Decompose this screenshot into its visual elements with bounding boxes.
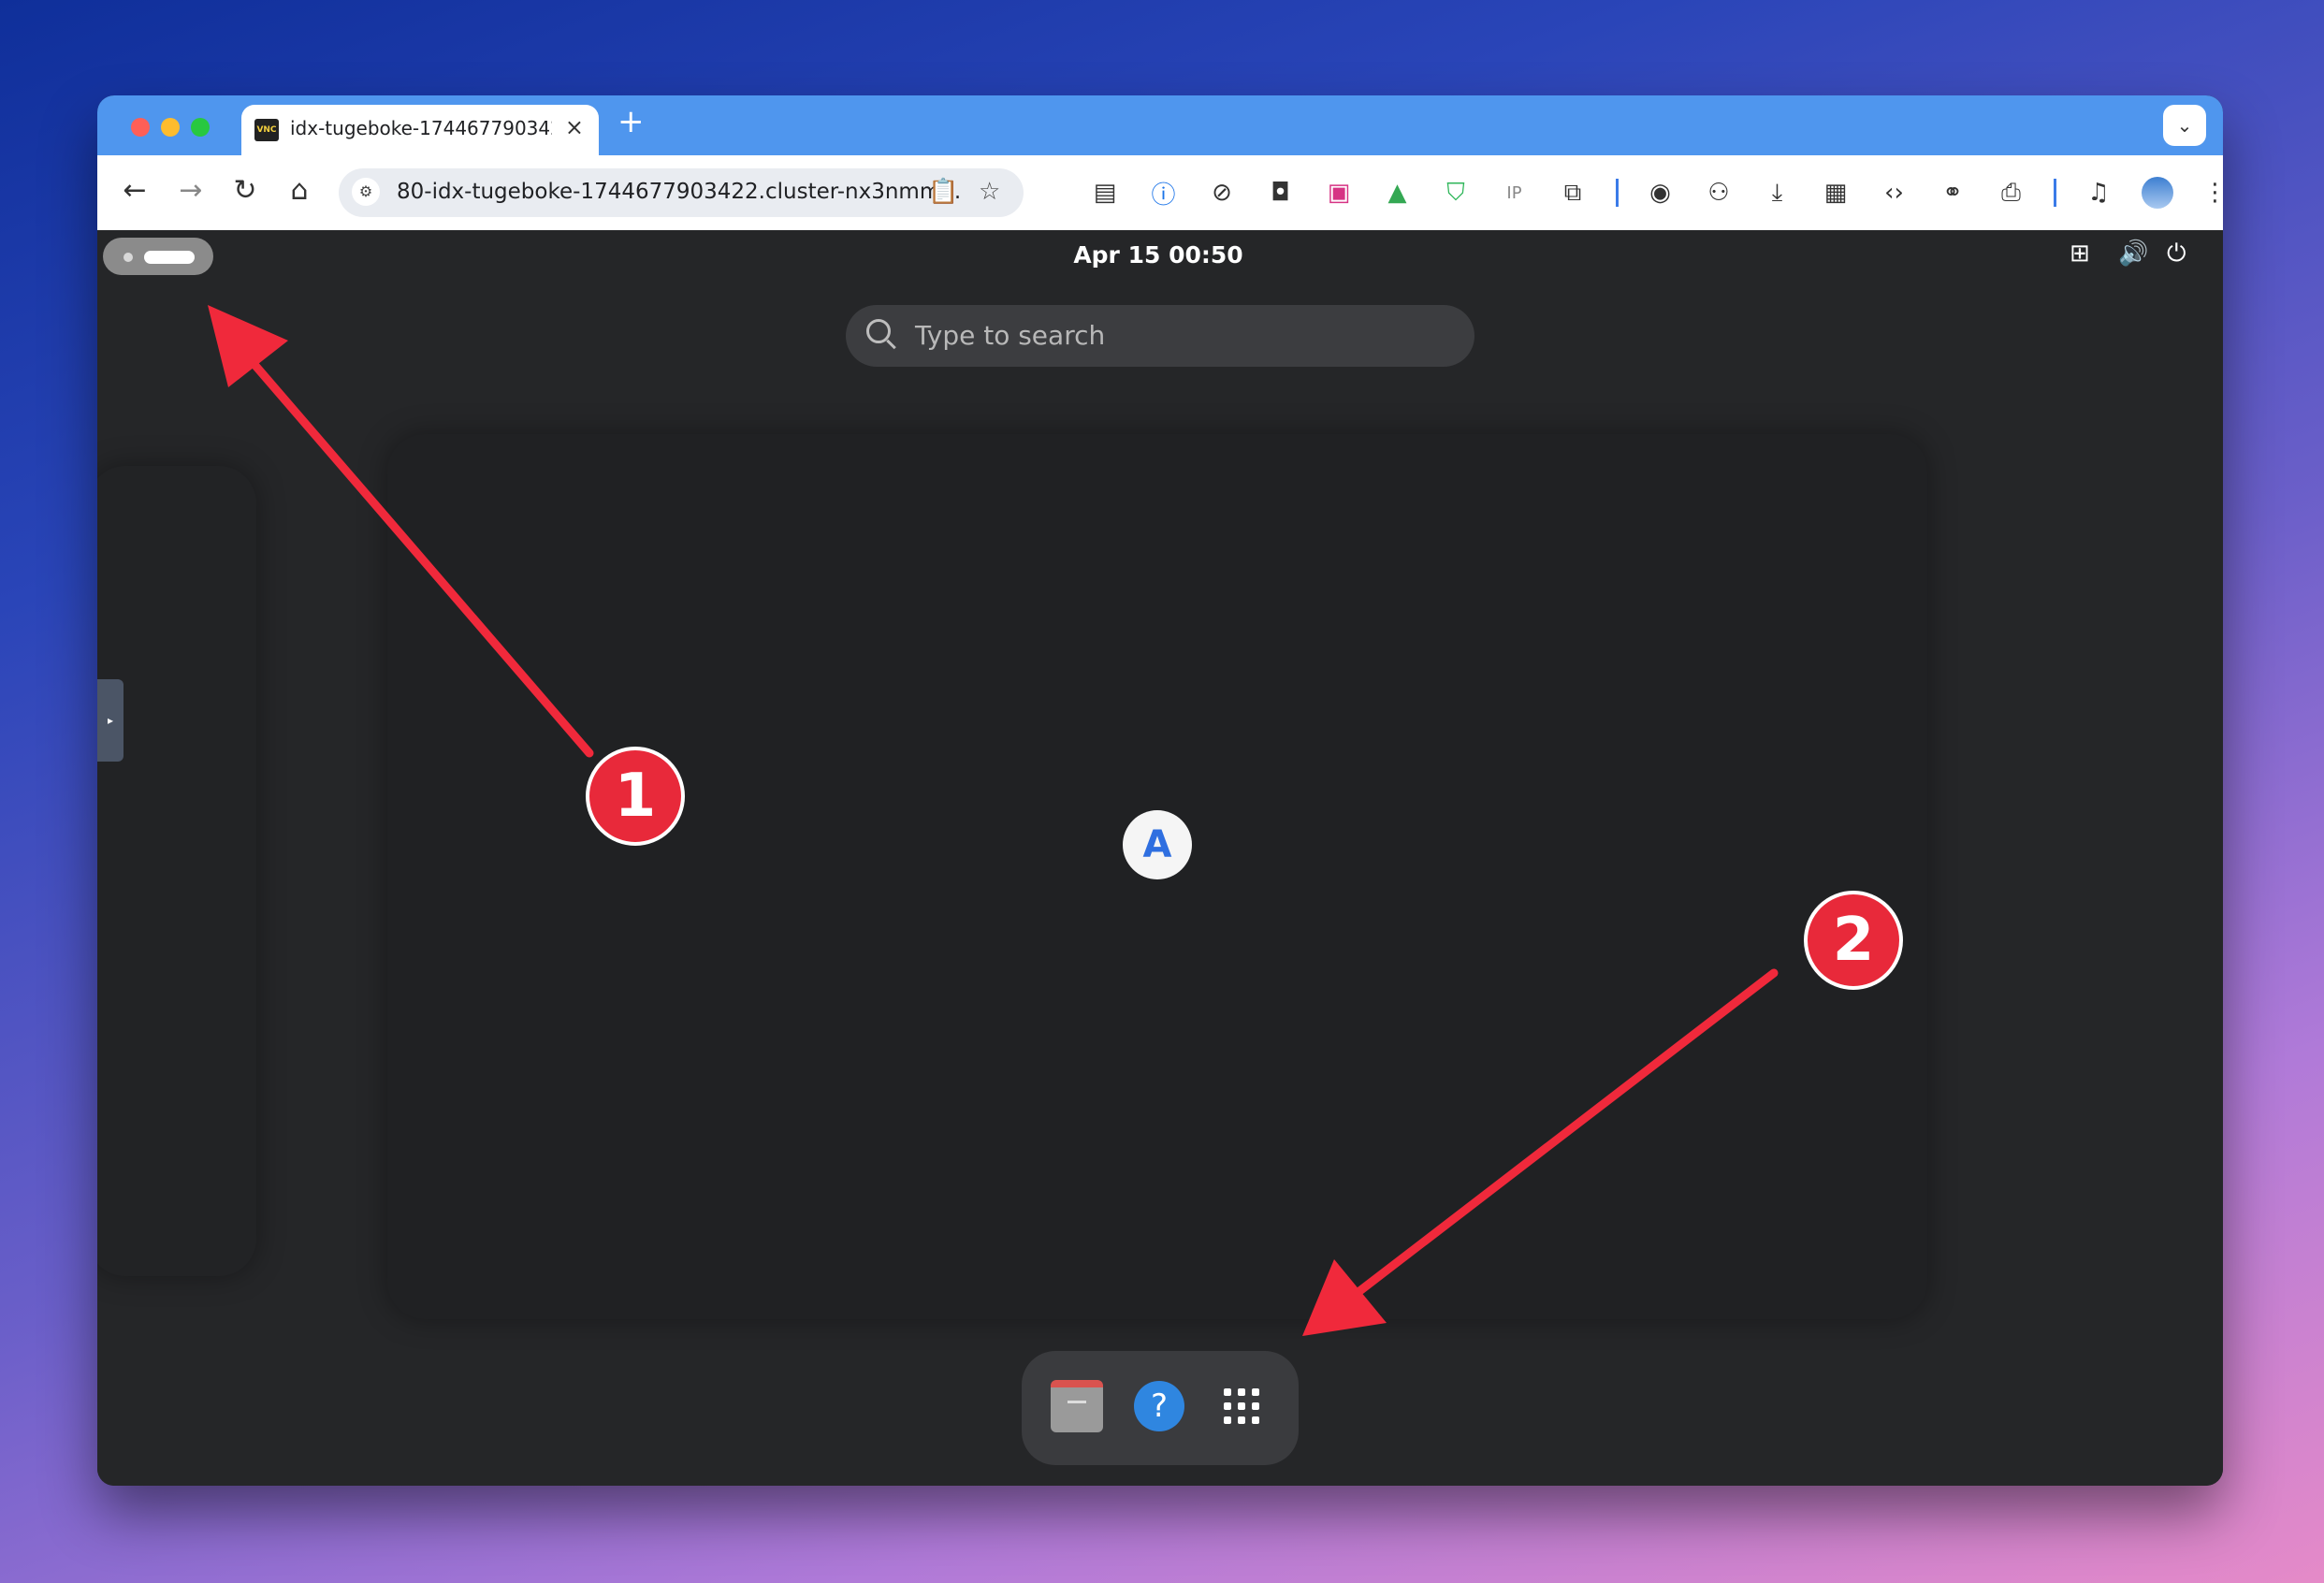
active-workspace-pill-icon	[144, 251, 195, 264]
link-icon[interactable]: ⚭	[1937, 177, 1968, 209]
dock: ?	[1022, 1351, 1299, 1465]
annotation-badge-2: 2	[1804, 891, 1903, 990]
code-icon[interactable]: ‹›	[1879, 177, 1910, 209]
search-icon	[866, 319, 891, 343]
dual-icon[interactable]: ◘	[1265, 177, 1297, 209]
volume-icon[interactable]: 🔊	[2118, 240, 2148, 268]
home-button[interactable]: ⌂	[281, 174, 318, 207]
address-bar[interactable]: ⚙ 80-idx-tugeboke-1744677903422.cluster-…	[339, 168, 1024, 217]
close-tab-icon[interactable]: ×	[565, 114, 584, 140]
power-icon[interactable]: ⏻	[2167, 240, 2186, 269]
tab-search-button[interactable]: ⌄	[2163, 105, 2206, 146]
camera-icon[interactable]: ◉	[1645, 177, 1677, 209]
help-app-icon[interactable]: ?	[1132, 1379, 1186, 1433]
forward-button[interactable]: →	[172, 174, 210, 207]
url-text[interactable]: 80-idx-tugeboke-1744677903422.cluster-nx…	[397, 180, 961, 204]
reload-button[interactable]: ↻	[226, 174, 264, 207]
shield-icon[interactable]: ⛉	[1440, 177, 1472, 209]
extensions-bar: ▤ ⓘ ⊘ ◘ ▣ ▲ ⛉ IP ⧉ ◉ ⚇ ⤓ ▦ ‹› ⚭ ⎙ ♫ ⋮	[1089, 172, 2223, 213]
print-icon[interactable]: ⎙	[1996, 177, 2027, 209]
reader-icon[interactable]: ▤	[1089, 177, 1121, 209]
ip-icon[interactable]: IP	[1499, 177, 1531, 209]
vnc-favicon-icon: VNC	[254, 119, 279, 141]
avatar-icon[interactable]	[2141, 177, 2173, 209]
site-settings-icon[interactable]: ⚙	[352, 178, 380, 206]
files-app-icon[interactable]	[1050, 1379, 1104, 1433]
android-studio-icon[interactable]: A	[1123, 810, 1192, 879]
network-icon[interactable]: ⊞	[2070, 240, 2090, 268]
tab-title: idx-tugeboke-1744677903422	[290, 117, 552, 139]
workspace-dot-icon	[123, 253, 133, 262]
onepassword-icon[interactable]: ⓘ	[1148, 177, 1180, 210]
screenshot-icon[interactable]: ▣	[1323, 177, 1355, 209]
block-icon[interactable]: ⊘	[1206, 177, 1238, 209]
toolbar-separator	[1615, 179, 1619, 207]
media-icon[interactable]: ♫	[2083, 177, 2114, 209]
new-tab-button[interactable]: +	[617, 103, 645, 140]
back-button[interactable]: ←	[116, 174, 153, 207]
maximize-window-button[interactable]	[191, 118, 210, 137]
browser-toolbar: ← → ↻ ⌂ ⚙ 80-idx-tugeboke-1744677903422.…	[97, 155, 2223, 230]
search-input[interactable]: Type to search	[846, 305, 1474, 367]
clock[interactable]: Apr 15 00:50	[1037, 241, 1280, 269]
browser-window: VNC idx-tugeboke-1744677903422 × + ⌄ ← →…	[97, 95, 2223, 1486]
incognito-icon[interactable]: ⚇	[1703, 177, 1735, 209]
vnc-sidebar-handle[interactable]: ▸	[97, 679, 123, 762]
close-window-button[interactable]	[131, 118, 150, 137]
minimize-window-button[interactable]	[161, 118, 180, 137]
drive-icon[interactable]: ▲	[1382, 177, 1414, 209]
tab-bar: VNC idx-tugeboke-1744677903422 × + ⌄	[97, 95, 2223, 155]
workspace-thumbnail-left[interactable]	[97, 466, 256, 1276]
browser-tab[interactable]: VNC idx-tugeboke-1744677903422 ×	[241, 105, 599, 155]
clipboard-icon[interactable]: 📋	[928, 178, 958, 206]
toolbar-separator-2	[2054, 179, 2056, 207]
show-apps-icon[interactable]	[1214, 1379, 1269, 1433]
search-placeholder: Type to search	[915, 320, 1106, 351]
qr-icon[interactable]: ▦	[1820, 177, 1852, 209]
annotation-badge-1: 1	[586, 747, 685, 846]
download-icon[interactable]: ⤓	[1762, 177, 1794, 209]
puzzle-icon[interactable]: ⧉	[1557, 177, 1589, 209]
bookmark-star-icon[interactable]: ☆	[979, 178, 1000, 206]
activities-button[interactable]	[103, 238, 213, 275]
menu-icon[interactable]: ⋮	[2200, 177, 2224, 209]
remote-desktop[interactable]: Apr 15 00:50 ⊞ 🔊 ⏻ Type to search ▸ A ?	[97, 230, 2223, 1486]
